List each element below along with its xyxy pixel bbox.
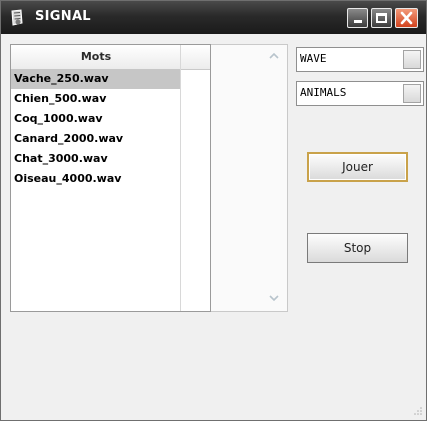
close-button[interactable]	[395, 8, 418, 28]
stop-button[interactable]: Stop	[307, 233, 408, 263]
maximize-button[interactable]	[371, 8, 392, 28]
column-divider	[180, 45, 181, 311]
category-select-arrow[interactable]	[403, 84, 421, 103]
close-icon	[400, 11, 413, 25]
minimize-button[interactable]	[347, 8, 368, 28]
words-list: Mots Vache_250.wav Chien_500.wav Coq_100…	[10, 44, 211, 312]
list-item[interactable]: Coq_1000.wav	[11, 109, 180, 129]
list-item[interactable]: Oiseau_4000.wav	[11, 169, 180, 189]
minimize-icon	[354, 20, 362, 23]
app-icon	[11, 9, 23, 26]
category-select[interactable]: ANIMALS	[296, 81, 424, 106]
title-bar[interactable]: SIGNAL	[1, 1, 426, 34]
vertical-scrollbar[interactable]	[211, 44, 288, 312]
column-header-label: Mots	[80, 50, 112, 63]
category-select-value: ANIMALS	[300, 86, 347, 99]
list-item[interactable]: Chat_3000.wav	[11, 149, 180, 169]
resize-grip-icon[interactable]	[413, 406, 423, 416]
format-select[interactable]: WAVE	[296, 47, 424, 72]
list-rows: Vache_250.wav Chien_500.wav Coq_1000.wav…	[11, 69, 180, 189]
format-select-value: WAVE	[300, 52, 327, 65]
list-item[interactable]: Vache_250.wav	[11, 69, 180, 89]
app-window: SIGNAL Mots Vache_250.wav Chien_500.wav …	[0, 0, 427, 421]
play-button[interactable]: Jouer	[307, 152, 408, 182]
list-item[interactable]: Canard_2000.wav	[11, 129, 180, 149]
scroll-down-icon[interactable]	[265, 289, 283, 307]
maximize-icon	[376, 13, 387, 23]
list-item[interactable]: Chien_500.wav	[11, 89, 180, 109]
scroll-up-icon[interactable]	[265, 47, 283, 65]
window-title: SIGNAL	[35, 9, 91, 24]
format-select-arrow[interactable]	[403, 50, 421, 69]
